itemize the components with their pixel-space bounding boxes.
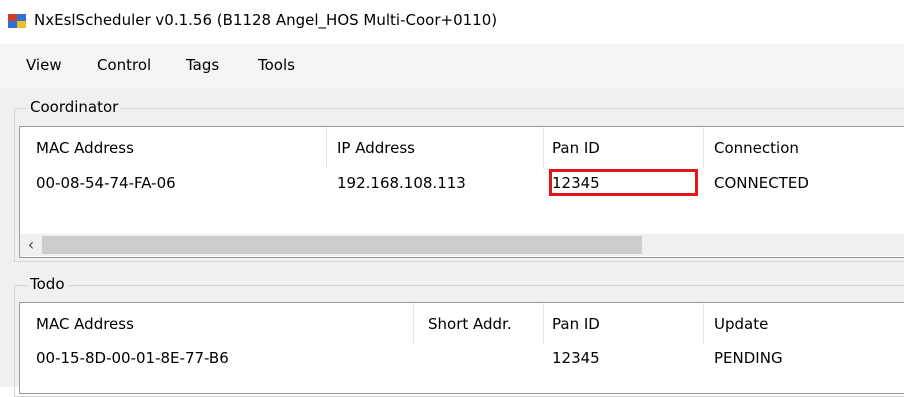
cell-connection: CONNECTED xyxy=(714,174,809,192)
todo-group-label: Todo xyxy=(27,275,68,293)
cell-update: PENDING xyxy=(714,349,783,367)
menu-tools[interactable]: Tools xyxy=(258,56,295,74)
column-header-ip-address[interactable]: IP Address xyxy=(337,139,415,157)
column-header-update[interactable]: Update xyxy=(714,315,768,333)
menu-bar: View Control Tags Tools xyxy=(0,44,904,88)
cell-mac-address: 00-15-8D-00-01-8E-77-B6 xyxy=(36,349,229,367)
coordinator-list[interactable]: MAC Address IP Address Pan ID Connection… xyxy=(19,126,904,258)
column-separator[interactable] xyxy=(543,303,544,343)
column-separator[interactable] xyxy=(413,303,414,343)
app-window-icon xyxy=(8,14,26,28)
cell-mac-address: 00-08-54-74-FA-06 xyxy=(36,174,176,192)
column-separator[interactable] xyxy=(703,303,704,343)
cell-ip-address: 192.168.108.113 xyxy=(337,174,466,192)
main-panel: Coordinator MAC Address IP Address Pan I… xyxy=(0,88,904,397)
scroll-thumb[interactable] xyxy=(42,236,642,254)
column-header-pan-id[interactable]: Pan ID xyxy=(552,139,600,157)
window-title: NxEslScheduler v0.1.56 (B1128 Angel_HOS … xyxy=(34,11,498,29)
column-header-mac-address[interactable]: MAC Address xyxy=(36,315,134,333)
coordinator-group-label: Coordinator xyxy=(27,98,122,116)
column-separator[interactable] xyxy=(703,127,704,167)
menu-tags[interactable]: Tags xyxy=(186,56,219,74)
menu-view[interactable]: View xyxy=(26,56,62,74)
column-header-mac-address[interactable]: MAC Address xyxy=(36,139,134,157)
menu-control[interactable]: Control xyxy=(97,56,151,74)
scroll-left-arrow-icon[interactable]: ‹ xyxy=(20,234,42,256)
todo-list[interactable]: MAC Address Short Addr. Pan ID Update 00… xyxy=(19,302,904,394)
title-bar: NxEslScheduler v0.1.56 (B1128 Angel_HOS … xyxy=(0,0,904,44)
column-header-connection[interactable]: Connection xyxy=(714,139,799,157)
column-header-pan-id[interactable]: Pan ID xyxy=(552,315,600,333)
column-separator[interactable] xyxy=(543,127,544,167)
horizontal-scrollbar[interactable]: ‹ xyxy=(20,234,904,256)
column-separator[interactable] xyxy=(326,127,327,167)
column-header-short-addr[interactable]: Short Addr. xyxy=(428,315,512,333)
cell-pan-id: 12345 xyxy=(552,349,600,367)
pan-id-highlight-box xyxy=(549,169,698,196)
